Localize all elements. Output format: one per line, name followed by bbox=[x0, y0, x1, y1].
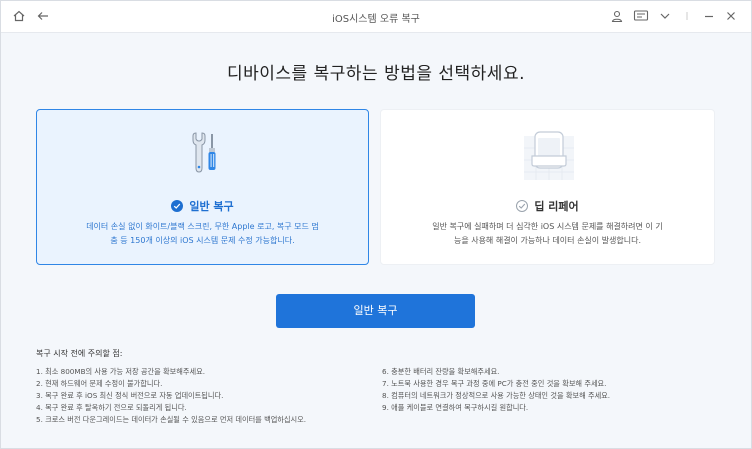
device-repair-icon bbox=[522, 130, 576, 186]
deep-repair-title: 딥 리페어 bbox=[381, 198, 714, 214]
description-line: 능을 사용해 해결이 가능하나 데이터 손실이 발생합니다. bbox=[453, 236, 642, 245]
standard-repair-description: 데이터 손실 없이 화이트/블랙 스크린, 무한 Apple 로고, 복구 모드… bbox=[65, 220, 340, 248]
note-item: 6. 충분한 배터리 잔량을 확보해주세요. bbox=[382, 367, 500, 376]
repair-tools-icon bbox=[185, 130, 225, 184]
note-item: 7. 노트북 사용한 경우 복구 과정 중에 PC가 충전 중인 것을 확보해 … bbox=[382, 379, 607, 388]
page-title: 디바이스를 복구하는 방법을 선택하세요. bbox=[227, 64, 525, 84]
note-item: 1. 최소 800MB의 사용 가능 저장 공간을 확보해주세요. bbox=[36, 367, 206, 376]
standard-repair-card[interactable]: 일반 복구 데이터 손실 없이 화이트/블랙 스크린, 무한 Apple 로고,… bbox=[36, 109, 369, 265]
note-item: 8. 컴퓨터의 네트워크가 정상적으로 사용 가능한 상태인 것을 확보해 주세… bbox=[382, 391, 611, 400]
start-standard-repair-button[interactable]: 일반 복구 bbox=[276, 294, 475, 328]
description-line: 일반 복구에 실패하며 더 심각한 iOS 시스템 문제를 해결하려면 이 기 bbox=[432, 222, 663, 231]
chevron-down-icon[interactable] bbox=[657, 9, 673, 25]
note-item: 3. 복구 완료 후 iOS 최신 정식 버전으로 자동 업데이트됩니다. bbox=[36, 391, 224, 400]
note-item: 9. 애플 케이블로 연결하여 복구하시길 원합니다. bbox=[382, 403, 529, 412]
titlebar: iOS시스템 오류 복구 bbox=[1, 1, 751, 33]
standard-repair-label: 일반 복구 bbox=[189, 200, 234, 213]
deep-repair-card[interactable]: 딥 리페어 일반 복구에 실패하며 더 심각한 iOS 시스템 문제를 해결하려… bbox=[380, 109, 715, 265]
chat-icon[interactable] bbox=[633, 9, 649, 25]
description-line: 데이터 손실 없이 화이트/블랙 스크린, 무한 Apple 로고, 복구 모드… bbox=[86, 222, 319, 231]
user-icon[interactable] bbox=[609, 9, 625, 25]
close-icon[interactable] bbox=[723, 9, 739, 25]
app-window: iOS시스템 오류 복구 디바이스를 복구하는 방법을 선택하세요. 일반 복구… bbox=[0, 0, 752, 449]
deep-repair-description: 일반 복구에 실패하며 더 심각한 iOS 시스템 문제를 해결하려면 이 기 … bbox=[409, 220, 686, 248]
minimize-icon[interactable] bbox=[701, 9, 717, 25]
standard-repair-title: 일반 복구 bbox=[37, 198, 368, 214]
deep-repair-label: 딥 리페어 bbox=[534, 200, 579, 213]
notes-list-left: 1. 최소 800MB의 사용 가능 저장 공간을 확보해주세요. 2. 현재 … bbox=[36, 366, 306, 426]
note-item: 2. 현재 하드웨어 문제 수정이 불가합니다. bbox=[36, 379, 163, 388]
unselected-check-icon bbox=[516, 200, 529, 212]
description-line: 춤 등 150개 이상의 iOS 시스템 문제 수정 가능합니다. bbox=[110, 236, 295, 245]
note-item: 4. 복구 완료 후 탈옥하기 전으로 되돌리게 됩니다. bbox=[36, 403, 187, 412]
notes-list-right: 6. 충분한 배터리 잔량을 확보해주세요. 7. 노트북 사용한 경우 복구 … bbox=[382, 366, 610, 414]
titlebar-divider bbox=[679, 9, 695, 25]
notes-title: 복구 시작 전에 주의할 점: bbox=[36, 349, 123, 358]
selected-check-icon bbox=[171, 200, 184, 212]
note-item: 5. 크로스 버전 다운그레이드는 데이터가 손실될 수 있음으로 먼저 데이터… bbox=[36, 415, 307, 424]
